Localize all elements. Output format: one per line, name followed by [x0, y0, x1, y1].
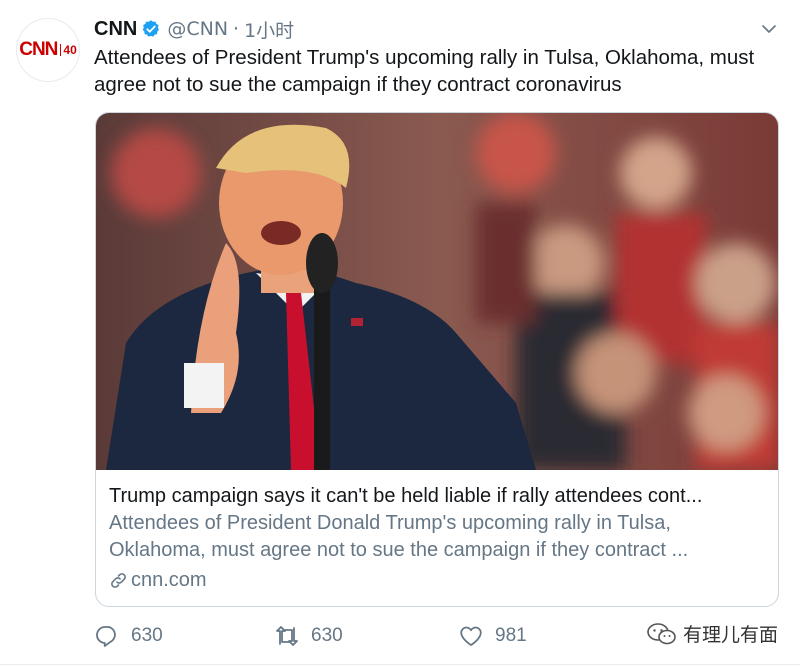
watermark-text: 有理儿有面	[682, 624, 778, 646]
author-handle[interactable]: @CNN	[167, 18, 228, 40]
avatar-anniversary-badge: 40	[60, 44, 77, 56]
reply-count: 630	[131, 625, 163, 646]
divider	[0, 664, 800, 665]
card-domain: cnn.com	[109, 566, 764, 594]
retweet-button[interactable]: 630	[275, 624, 343, 648]
link-card[interactable]: Trump campaign says it can't be held lia…	[95, 112, 779, 607]
like-button[interactable]: 981	[459, 624, 527, 648]
card-title[interactable]: Trump campaign says it can't be held lia…	[109, 483, 764, 510]
card-description: Attendees of President Donald Trump's up…	[109, 512, 689, 561]
avatar[interactable]: CNN 40	[16, 18, 80, 82]
wechat-icon	[647, 622, 676, 644]
reply-icon	[96, 626, 116, 647]
tweet-text: Attendees of President Trump's upcoming …	[94, 46, 755, 96]
author-name[interactable]: CNN	[94, 18, 137, 41]
tweet-header: CNN @CNN · 1小时	[94, 14, 294, 44]
card-domain-text: cnn.com	[131, 569, 207, 591]
heart-icon	[460, 626, 482, 646]
card-photo	[96, 113, 778, 470]
separator-dot: ·	[233, 18, 240, 40]
tweet-timestamp[interactable]: 1小时	[244, 16, 294, 43]
watermark: 有理儿有面	[647, 620, 778, 647]
avatar-logo-text: CNN	[19, 39, 58, 60]
chevron-down-icon[interactable]	[760, 20, 778, 38]
card-text: Trump campaign says it can't be held lia…	[109, 483, 764, 594]
like-count: 981	[495, 625, 527, 646]
retweet-icon	[276, 626, 298, 646]
retweet-count: 630	[311, 625, 343, 646]
link-icon	[111, 572, 126, 588]
card-image[interactable]	[96, 113, 778, 470]
reply-button[interactable]: 630	[95, 624, 163, 648]
verified-badge-icon	[143, 20, 160, 37]
